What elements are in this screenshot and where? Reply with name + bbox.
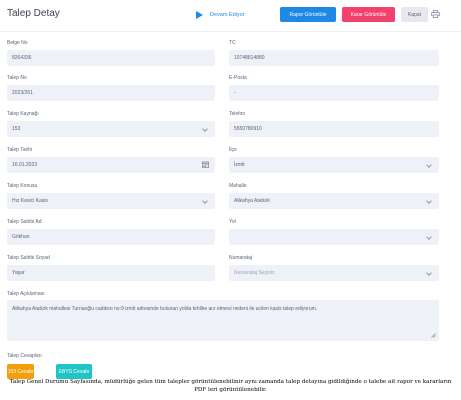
- talep-aciklamasi-label: Talep Açıklaması: [7, 291, 45, 297]
- answer-153-button[interactable]: 153 Cevabı: [7, 364, 34, 379]
- caption-line-1: Talep Genel Durumu Sayfasında, müdürlüğe…: [9, 379, 452, 385]
- talep-sahibi-ad-label: Talep Sahibi Ad: [7, 219, 42, 225]
- print-icon[interactable]: [431, 10, 440, 18]
- resize-handle-icon[interactable]: [431, 333, 436, 338]
- belge-no-label: Belge No: [7, 40, 28, 46]
- talep-no-field[interactable]: 2023/261: [7, 85, 215, 101]
- header-divider: [0, 31, 461, 32]
- chevron-down-icon: [426, 162, 432, 168]
- status-indicator: Devam Ediyor: [196, 9, 245, 20]
- close-button[interactable]: Kapat: [401, 7, 428, 22]
- talep-konusu-value: Hız Kesici Kasis: [12, 198, 48, 204]
- chevron-down-icon: [202, 198, 208, 204]
- talep-tarihi-value: 16.01.2023: [12, 162, 38, 168]
- talep-kaynagi-select[interactable]: 153: [7, 121, 215, 137]
- view-decision-button[interactable]: Karar Görüntüle: [342, 7, 395, 22]
- numarataj-placeholder: Numarataj Seçiniz: [234, 270, 275, 276]
- talep-konusu-label: Talep Konusu: [7, 183, 38, 189]
- answer-ebys-button[interactable]: EBYS Cevabı: [56, 364, 92, 379]
- eposta-value: -: [234, 90, 236, 96]
- talep-no-label: Talep No: [7, 75, 27, 81]
- mahalle-value: Alikahya Atatürk: [234, 198, 270, 204]
- calendar-icon[interactable]: [202, 161, 209, 168]
- talep-sahibi-soyad-field[interactable]: Yaşar: [7, 265, 215, 281]
- view-report-button[interactable]: Rapor Görüntüle: [280, 7, 336, 22]
- tc-field[interactable]: 10748814880: [229, 50, 439, 66]
- talep-sahibi-soyad-label: Talep Sahibi Soyad: [7, 255, 50, 261]
- talep-sahibi-soyad-value: Yaşar: [12, 270, 25, 276]
- tc-label: TC: [229, 40, 236, 46]
- talep-sahibi-ad-field[interactable]: Gökhan: [7, 229, 215, 245]
- talep-kaynagi-value: 153: [12, 126, 21, 132]
- talep-konusu-select[interactable]: Hız Kesici Kasis: [7, 193, 215, 209]
- chevron-down-icon: [426, 270, 432, 276]
- chevron-down-icon: [426, 198, 432, 204]
- talep-sahibi-ad-value: Gökhan: [12, 234, 30, 240]
- talep-aciklamasi-textarea[interactable]: Alikahya Atatürk mahallesi Turnaoğlu cad…: [7, 300, 439, 341]
- talep-tarihi-label: Talep Tarihi: [7, 147, 33, 153]
- eposta-label: E-Posta: [229, 75, 247, 81]
- ilce-select[interactable]: İzmit: [229, 157, 439, 173]
- mahalle-label: Mahalle: [229, 183, 247, 189]
- mahalle-select[interactable]: Alikahya Atatürk: [229, 193, 439, 209]
- talep-no-value: 2023/261: [12, 90, 33, 96]
- numarataj-select[interactable]: Numarataj Seçiniz: [229, 265, 439, 281]
- tc-value: 10748814880: [234, 55, 265, 61]
- chevron-down-icon: [426, 234, 432, 240]
- figure-caption: Talep Genel Durumu Sayfasında, müdürlüğe…: [0, 378, 461, 394]
- belge-no-field[interactable]: 8264336: [7, 50, 215, 66]
- eposta-field[interactable]: -: [229, 85, 439, 101]
- telefon-value: 5550780910: [234, 126, 262, 132]
- status-text: Devam Ediyor: [210, 11, 245, 18]
- telefon-field[interactable]: 5550780910: [229, 121, 439, 137]
- caption-line-2: PDF leri görüntülenebilir.: [194, 387, 267, 393]
- talep-kaynagi-label: Talep Kaynağı: [7, 111, 39, 117]
- ilce-value: İzmit: [234, 162, 245, 168]
- telefon-label: Telefon: [229, 111, 246, 117]
- talep-tarihi-field[interactable]: 16.01.2023: [7, 157, 215, 173]
- yol-label: Yol: [229, 219, 236, 225]
- talep-cevaplari-label: Talep Cevapları: [7, 353, 42, 359]
- play-icon: [196, 10, 203, 19]
- talep-aciklamasi-value: Alikahya Atatürk mahallesi Turnaoğlu cad…: [12, 306, 318, 312]
- ilce-label: İlçe: [229, 147, 237, 153]
- page-header: Talep Detay Devam Ediyor Rapor Görüntüle…: [0, 0, 461, 30]
- chevron-down-icon: [202, 126, 208, 132]
- page-title: Talep Detay: [7, 8, 60, 19]
- belge-no-value: 8264336: [12, 55, 32, 61]
- numarataj-label: Numarataj: [229, 255, 253, 261]
- yol-select[interactable]: [229, 229, 439, 245]
